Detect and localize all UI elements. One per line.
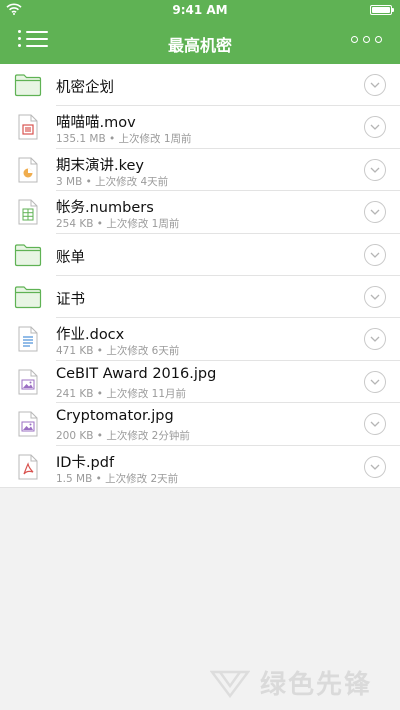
item-name: Cryptomator.jpg [56,408,174,425]
file-row[interactable]: Cryptomator.jpg 200 KB • 上次修改 2分钟前 [0,403,400,446]
more-dot-icon [351,36,358,43]
item-meta: 241 KB • 上次修改 11月前 [56,387,187,400]
chevron-down-icon [370,294,380,300]
document-file-icon [18,326,38,356]
file-row[interactable]: 期末演讲.key 3 MB • 上次修改 4天前 [0,149,400,192]
more-dot-icon [375,36,382,43]
status-time: 9:41 AM [172,3,228,17]
chevron-down-icon [370,82,380,88]
battery-icon [370,5,394,15]
watermark: 绿色先锋 [210,664,372,701]
item-name: 作业.docx [56,327,125,344]
file-row[interactable]: ID卡.pdf 1.5 MB • 上次修改 2天前 [0,446,400,489]
item-meta: 3 MB • 上次修改 4天前 [56,175,169,188]
file-row[interactable]: 作业.docx 471 KB • 上次修改 6天前 [0,318,400,362]
video-file-icon [18,114,38,144]
chevron-down-icon [370,464,380,470]
file-row[interactable]: 帐务.numbers 254 KB • 上次修改 1周前 [0,191,400,234]
file-row[interactable]: CeBIT Award 2016.jpg 241 KB • 上次修改 11月前 [0,361,400,404]
expand-button[interactable] [364,370,386,393]
item-name: CeBIT Award 2016.jpg [56,365,217,382]
expand-button[interactable] [364,455,386,478]
image-file-icon [18,411,38,441]
file-list: 机密企划 喵喵喵.mov 135.1 MB • 上次修改 1周前 期末演讲.key 3 … [0,64,400,489]
item-meta: 135.1 MB • 上次修改 1周前 [56,133,192,146]
expand-button[interactable] [364,116,386,139]
folder-row[interactable]: 账单 [0,234,400,277]
expand-button[interactable] [364,158,386,181]
item-meta: 1.5 MB • 上次修改 2天前 [56,472,179,485]
expand-button[interactable] [364,243,386,266]
chevron-down-icon [370,336,380,343]
image-file-icon [18,369,38,399]
folder-row[interactable]: 证书 [0,276,400,319]
chevron-down-icon [370,421,380,428]
chevron-down-icon [370,379,380,385]
file-row[interactable]: 喵喵喵.mov 135.1 MB • 上次修改 1周前 [0,106,400,150]
item-name: 喵喵喵.mov [56,115,136,132]
battery-level [372,7,390,13]
more-options-button[interactable] [351,36,382,43]
spreadsheet-file-icon [18,199,38,229]
item-name: 证书 [56,291,85,308]
chevron-down-icon [370,209,380,216]
item-meta: 254 KB • 上次修改 1周前 [56,218,180,231]
page-title: 最高机密 [167,36,232,55]
expand-button[interactable] [364,74,386,96]
item-name: 帐务.numbers [56,200,154,217]
chevron-down-icon [370,252,380,258]
keynote-file-icon [18,157,38,187]
expand-button[interactable] [364,328,386,351]
item-name: 账单 [56,249,85,266]
item-name: 机密企划 [56,80,114,96]
chevron-down-icon [370,124,380,131]
folder-row[interactable]: 机密企划 [0,64,400,107]
item-meta: 200 KB • 上次修改 2分钟前 [56,430,190,443]
item-name: 期末演讲.key [56,157,144,174]
folder-icon [14,243,42,271]
expand-button[interactable] [364,413,386,436]
folder-icon [14,73,42,101]
expand-button[interactable] [364,201,386,224]
item-meta: 471 KB • 上次修改 6天前 [56,345,180,358]
watermark-logo-icon [210,670,250,698]
folder-icon [14,285,42,313]
status-bar: 9:41 AM [0,0,400,20]
pdf-file-icon [18,454,38,484]
watermark-text: 绿色先锋 [260,670,373,700]
more-dot-icon [363,36,370,43]
app-header: 9:41 AM 最高机密 [0,0,400,64]
navigation-bar: 最高机密 [0,20,400,64]
expand-button[interactable] [364,285,386,308]
item-name: ID卡.pdf [56,454,115,471]
chevron-down-icon [370,167,380,173]
